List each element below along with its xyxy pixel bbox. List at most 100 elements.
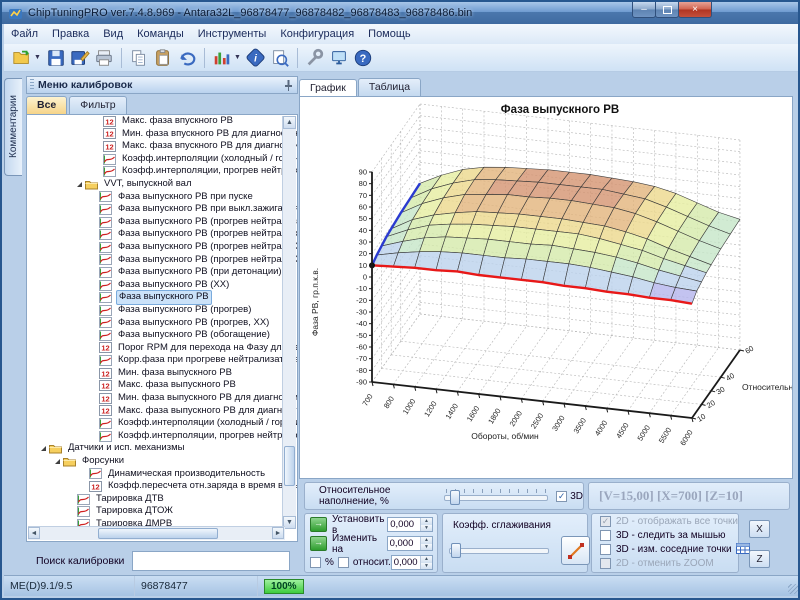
dropdown-arrow-icon[interactable]: ▼ <box>34 54 41 61</box>
close-button[interactable]: × <box>678 2 712 18</box>
scroll-left-icon[interactable]: ◄ <box>28 527 40 539</box>
tree-item[interactable]: 12Коэфф.пересчета отн.заряда в время впр… <box>27 480 297 493</box>
tree-item[interactable]: Коэфф.интерполяции (холодный / горячий ) <box>27 417 297 430</box>
percent-checkbox[interactable] <box>310 557 321 568</box>
map-icon <box>99 217 112 228</box>
dropdown-arrow-icon[interactable]: ▼ <box>234 54 241 61</box>
ecu-type: ME(D)9.1/9.5 <box>4 576 135 596</box>
edit-curve-button[interactable] <box>561 536 590 565</box>
set-value-spinner[interactable]: 0,000 ▲▼ <box>387 517 433 532</box>
tree-item[interactable]: 12Мин. фаза выпускного РВ <box>27 367 297 380</box>
expander-icon[interactable] <box>55 459 60 464</box>
tree-item[interactable]: 12Макс. фаза выпускного РВ <box>27 379 297 392</box>
tree-item[interactable]: Фаза выпускного РВ (прогрев нейтрализато… <box>27 216 297 229</box>
menu-item-4[interactable]: Команды <box>130 26 191 42</box>
tree-item[interactable]: Коэфф.интерполяции, прогрев нейтр. (холо… <box>27 165 297 178</box>
calibration-panel-header[interactable]: Меню калибровок <box>26 76 298 94</box>
fill-slider[interactable] <box>444 489 548 503</box>
tree-item[interactable]: 12Макс. фаза впускного РВ <box>27 115 297 128</box>
tree-item[interactable]: Фаза выпускного РВ (прогрев нейтрал., ХХ… <box>27 254 297 267</box>
tree-item[interactable]: Датчики и исп. механизмы <box>27 442 297 455</box>
tree-item[interactable]: Фаза выпускного РВ (прогрев, ХХ) <box>27 317 297 330</box>
tree-item[interactable]: Динамическая производительность <box>27 468 297 481</box>
tree-item[interactable]: Фаза выпускного РВ при пуске <box>27 191 297 204</box>
svg-text:-70: -70 <box>356 354 367 363</box>
tree-item[interactable]: Фаза выпускного РВ (прогрев нейтрал., хо… <box>27 228 297 241</box>
scroll-thumb[interactable] <box>98 528 218 539</box>
relative-checkbox[interactable] <box>338 557 349 568</box>
option-checkbox-3[interactable] <box>600 544 611 555</box>
comments-vertical-tab[interactable]: Комментарии <box>4 78 22 176</box>
print-icon[interactable] <box>92 46 116 70</box>
connection-icon[interactable] <box>327 46 351 70</box>
info-icon[interactable]: i <box>244 46 268 70</box>
tree-item[interactable]: Фаза выпускного РВ (обогащение) <box>27 329 297 342</box>
apply-set-button[interactable]: → <box>310 517 327 532</box>
tree-horizontal-scrollbar[interactable]: ◄ ► <box>28 526 285 540</box>
undo-icon[interactable] <box>175 46 199 70</box>
tree-item[interactable]: Фаза выпускного РВ при выкл.зажигания <box>27 203 297 216</box>
menu-item-2[interactable]: Правка <box>45 26 96 42</box>
option-checkbox-2[interactable] <box>600 530 611 541</box>
x-axis-button[interactable]: X <box>749 520 770 538</box>
tree-item[interactable]: Фаза выпускного РВ (при детонации) <box>27 266 297 279</box>
help-icon[interactable]: ? <box>351 46 375 70</box>
preview-icon[interactable] <box>268 46 292 70</box>
save-as-icon[interactable] <box>68 46 92 70</box>
tree-item[interactable]: Корр.фаза при прогреве нейтрализатора <box>27 354 297 367</box>
tree-item[interactable]: Фаза выпускного РВ (прогрев нейтрал., ХХ… <box>27 241 297 254</box>
scroll-up-icon[interactable]: ▲ <box>283 116 296 129</box>
change-value-spinner[interactable]: 0,000 ▲▼ <box>387 536 433 551</box>
tab-all[interactable]: Все <box>26 96 67 114</box>
apply-change-button[interactable]: → <box>310 536 327 551</box>
option-checkbox-4[interactable] <box>600 558 611 569</box>
tree-item[interactable]: 12Мин. фаза выпускного РВ для диагностик… <box>27 392 297 405</box>
minimize-button[interactable]: – <box>632 2 656 18</box>
settings-wrench-icon[interactable] <box>303 46 327 70</box>
tree-item[interactable]: Фаза выпускного РВ (прогрев) <box>27 304 297 317</box>
expander-icon[interactable] <box>77 182 82 187</box>
open-file-icon[interactable] <box>10 46 34 70</box>
3d-checkbox[interactable] <box>556 491 567 502</box>
menu-item-7[interactable]: Помощь <box>361 26 418 42</box>
option-checkbox-1[interactable] <box>600 516 611 527</box>
title-bar[interactable]: ChipTuningPRO ver.7.4.8.969 - Antara32L_… <box>2 2 798 24</box>
menu-item-1[interactable]: Файл <box>4 26 45 42</box>
relative-value-spinner[interactable]: 0,000 ▲▼ <box>391 555 433 570</box>
menu-item-5[interactable]: Инструменты <box>191 26 274 42</box>
search-input[interactable] <box>132 551 290 571</box>
paste-icon[interactable] <box>151 46 175 70</box>
tree-item-label: Тарировка ДТВ <box>94 493 166 506</box>
tab-chart[interactable]: График <box>299 79 357 97</box>
copy-icon[interactable] <box>127 46 151 70</box>
tree-item[interactable]: VVT, выпускной вал <box>27 178 297 191</box>
tree-item[interactable]: 12Порог RPM для перехода на Фазу для реж… <box>27 342 297 355</box>
menu-item-3[interactable]: Вид <box>96 26 130 42</box>
tree-item[interactable]: Коэфф.интерполяции (холодный / горячий ) <box>27 153 297 166</box>
maximize-button[interactable] <box>655 2 679 18</box>
tab-filter[interactable]: Фильтр <box>69 96 126 114</box>
compare-charts-icon[interactable] <box>210 46 234 70</box>
tree-item[interactable]: Фаза выпускного РВ <box>27 291 297 304</box>
tree-vertical-scrollbar[interactable]: ▲ ▼ <box>282 116 296 529</box>
pin-icon[interactable] <box>284 79 293 91</box>
tree-item[interactable]: 12Мин. фаза впускного РВ для диагностики <box>27 128 297 141</box>
save-icon[interactable] <box>44 46 68 70</box>
z-axis-button[interactable]: Z <box>749 550 770 568</box>
resize-grip[interactable] <box>788 584 798 594</box>
scroll-thumb[interactable] <box>284 446 295 486</box>
chart-area[interactable]: -90-80-70-60-50-40-30-20-100102030405060… <box>299 96 793 479</box>
tree-item[interactable]: Форсунки <box>27 455 297 468</box>
expander-icon[interactable] <box>41 446 46 451</box>
scroll-right-icon[interactable]: ► <box>272 527 284 539</box>
toolbar-separator <box>121 48 122 68</box>
tree-item[interactable]: Тарировка ДТВ <box>27 493 297 506</box>
tab-table[interactable]: Таблица <box>358 78 421 96</box>
grid-icon[interactable] <box>736 543 750 557</box>
smoothing-slider[interactable] <box>449 542 549 556</box>
tree-item[interactable]: 12Макс. фаза выпускного РВ для диагности… <box>27 405 297 418</box>
tree-item[interactable]: Коэфф.интерполяции, прогрев нейтр. (холо… <box>27 430 297 443</box>
tree-item[interactable]: 12Макс. фаза впускного РВ для диагностик… <box>27 140 297 153</box>
menu-item-6[interactable]: Конфигурация <box>273 26 361 42</box>
tree-item[interactable]: Тарировка ДТОЖ <box>27 505 297 518</box>
